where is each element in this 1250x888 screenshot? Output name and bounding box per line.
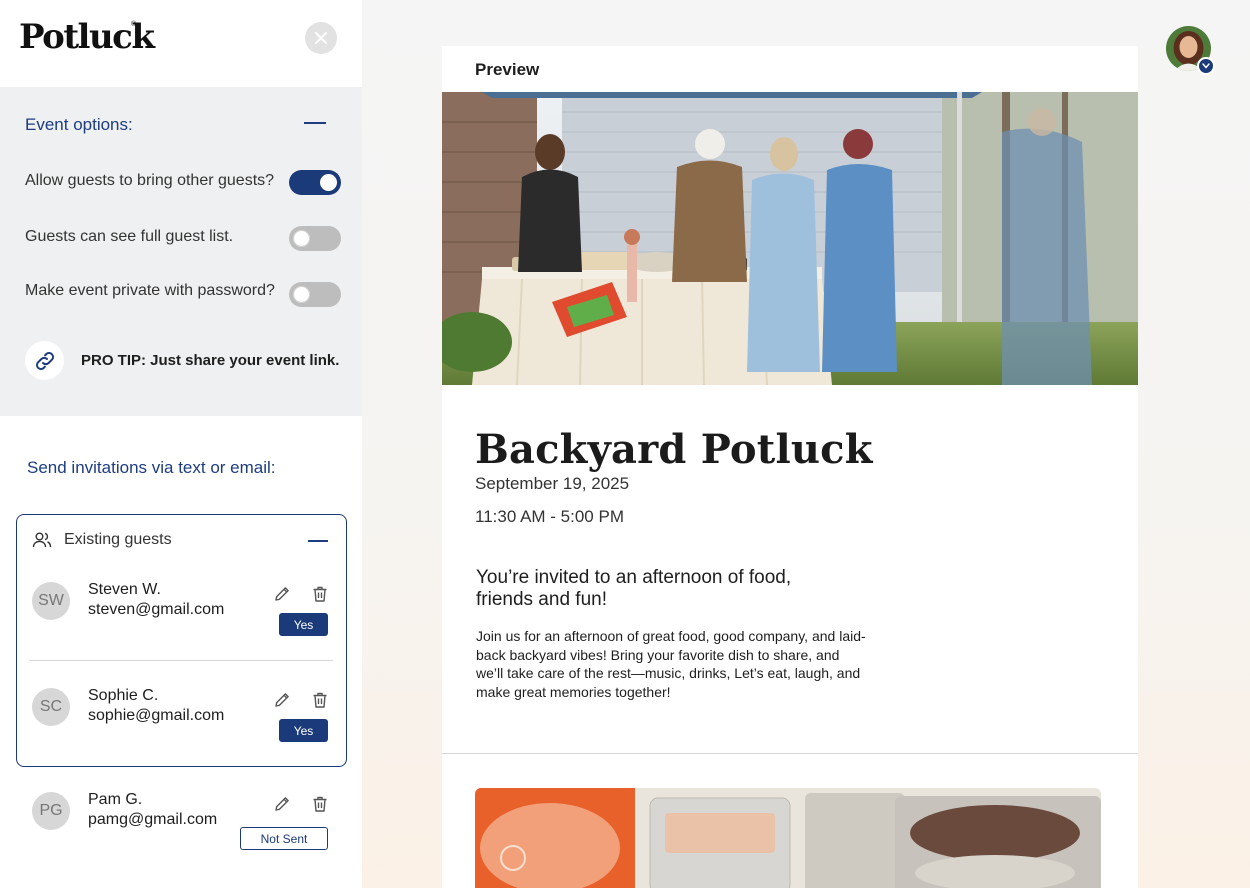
guest-name: Pam G. [88, 791, 143, 808]
option-label-see-guest-list: Guests can see full guest list. [25, 228, 234, 245]
rsvp-status-badge[interactable]: Not Sent [240, 827, 328, 850]
event-title: Backyard Potluck [475, 426, 873, 473]
preview-header: Preview [475, 60, 540, 79]
account-menu-button[interactable] [1197, 57, 1215, 75]
toggle-see-guest-list[interactable] [289, 226, 341, 251]
pencil-icon[interactable] [273, 585, 291, 603]
toggle-knob [293, 286, 310, 303]
close-button[interactable] [305, 22, 337, 54]
logo-bar: Potluck ® [0, 0, 362, 87]
guest-name: Sophie C. [88, 687, 159, 704]
close-icon [315, 32, 327, 44]
guest-name: Steven W. [88, 581, 161, 598]
settings-panel: Potluck ® Event options: Allow guests to… [0, 0, 362, 888]
event-date: September 19, 2025 [475, 474, 630, 493]
event-options-title: Event options: [25, 115, 133, 134]
existing-guests-label: Existing guests [64, 531, 172, 548]
event-options-section: Event options: Allow guests to bring oth… [0, 87, 362, 416]
people-icon [32, 532, 52, 548]
guest-divider [29, 660, 333, 661]
link-icon [35, 351, 54, 370]
guest-avatar: PG [32, 792, 70, 830]
guest-email: steven@gmail.com [88, 601, 225, 618]
rsvp-status-badge[interactable]: Yes [279, 613, 328, 636]
chevron-down-icon [1202, 63, 1210, 69]
toggle-knob [293, 230, 310, 247]
card-divider [442, 753, 1138, 754]
guest-avatar: SW [32, 582, 70, 620]
option-label-private-password: Make event private with password? [25, 282, 275, 299]
guest-avatar: SC [32, 688, 70, 726]
trash-icon[interactable] [311, 795, 329, 813]
pencil-icon[interactable] [273, 691, 291, 709]
trash-icon[interactable] [311, 585, 329, 603]
event-description: Join us for an afternoon of great food, … [476, 628, 866, 700]
collapse-guests-minus-icon[interactable] [308, 540, 328, 542]
backyard-party-photo [442, 92, 1138, 385]
registered-mark: ® [131, 21, 137, 28]
send-invitations-title: Send invitations via text or email: [27, 458, 276, 477]
food-photo [475, 788, 1101, 888]
event-headline: You’re invited to an afternoon of food, … [476, 567, 792, 610]
toggle-private-password[interactable] [289, 282, 341, 307]
tip-badge [25, 341, 64, 380]
toggle-bring-guests[interactable] [289, 170, 341, 195]
guest-email: sophie@gmail.com [88, 707, 225, 724]
guest-email: pamg@gmail.com [88, 811, 218, 828]
toggle-knob [320, 174, 337, 191]
event-time: 11:30 AM - 5:00 PM [475, 507, 624, 526]
invitation-preview-card: Preview Backyard Potluck September 19, 2… [442, 46, 1138, 888]
food-trays-photo [475, 788, 1101, 888]
pencil-icon[interactable] [273, 795, 291, 813]
trash-icon[interactable] [311, 691, 329, 709]
event-hero-photo [442, 92, 1138, 385]
rsvp-status-badge[interactable]: Yes [279, 719, 328, 742]
collapse-options-minus-icon[interactable] [304, 122, 326, 124]
pro-tip-text: PRO TIP: Just share your event link. [81, 352, 340, 369]
option-label-bring-guests: Allow guests to bring other guests? [25, 172, 275, 189]
